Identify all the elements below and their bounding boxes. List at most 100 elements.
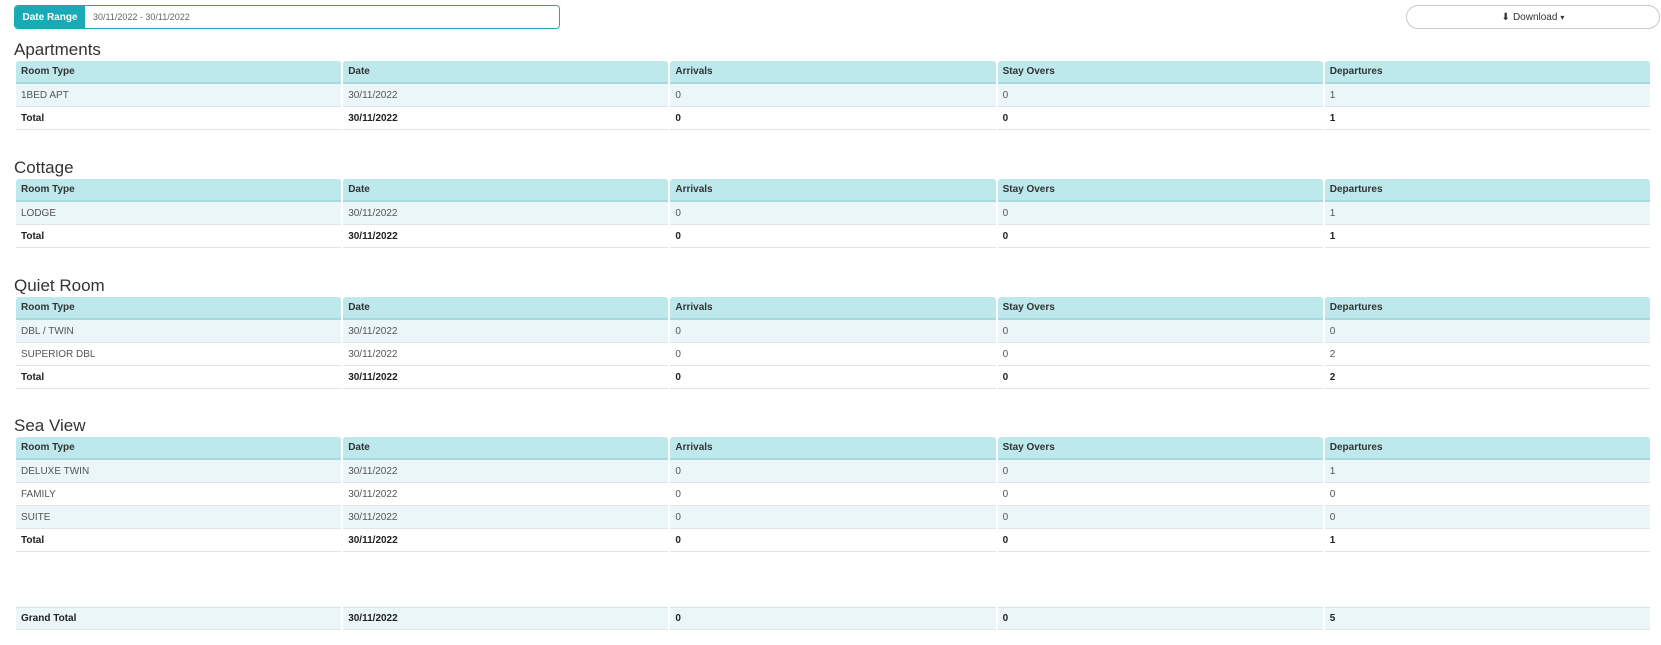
total-row: Total 30/11/2022 0 0 1 bbox=[16, 529, 1650, 552]
cell: 0 bbox=[997, 320, 1323, 343]
table-row: 1BED APT 30/11/2022 0 0 1 bbox=[16, 84, 1650, 107]
grand-total-table: Grand Total 30/11/2022 0 0 5 bbox=[14, 607, 1652, 630]
table-row: DBL / TWIN 30/11/2022 0 0 0 bbox=[16, 320, 1650, 343]
cell: 0 bbox=[997, 460, 1323, 483]
col-room-type: Room Type bbox=[16, 179, 342, 202]
col-stay-overs: Stay Overs bbox=[997, 297, 1323, 320]
cell: 2 bbox=[1324, 366, 1650, 389]
section-title: Quiet Room bbox=[14, 276, 105, 295]
col-room-type: Room Type bbox=[16, 61, 342, 84]
cell: 30/11/2022 bbox=[343, 343, 669, 366]
col-departures: Departures bbox=[1324, 437, 1650, 460]
cell: Total bbox=[16, 366, 342, 389]
caret-down-icon: ▾ bbox=[1560, 12, 1565, 22]
date-range-input[interactable] bbox=[85, 6, 559, 28]
cell: 30/11/2022 bbox=[343, 529, 669, 552]
cell: Total bbox=[16, 107, 342, 130]
room-table: Room Type Date Arrivals Stay Overs Depar… bbox=[14, 61, 1652, 130]
download-button[interactable]: ⬇ Download ▾ bbox=[1406, 5, 1660, 29]
col-departures: Departures bbox=[1324, 61, 1650, 84]
cell: 0 bbox=[670, 225, 996, 248]
col-departures: Departures bbox=[1324, 297, 1650, 320]
date-range-picker[interactable]: Date Range bbox=[14, 5, 560, 29]
cell: 30/11/2022 bbox=[343, 506, 669, 529]
cell: LODGE bbox=[16, 202, 342, 225]
download-label: Download bbox=[1512, 11, 1558, 23]
cell: 0 bbox=[997, 607, 1323, 630]
cell: 0 bbox=[997, 506, 1323, 529]
cell: SUPERIOR DBL bbox=[16, 343, 342, 366]
col-arrivals: Arrivals bbox=[670, 179, 996, 202]
col-stay-overs: Stay Overs bbox=[997, 61, 1323, 84]
cell: 5 bbox=[1324, 607, 1650, 630]
cell: 0 bbox=[997, 107, 1323, 130]
col-room-type: Room Type bbox=[16, 297, 342, 320]
cell: 0 bbox=[670, 460, 996, 483]
room-table: Room Type Date Arrivals Stay Overs Depar… bbox=[14, 179, 1652, 248]
section-apartments: Apartments Room Type Date Arrivals Stay … bbox=[14, 39, 1656, 130]
cell: 1 bbox=[1324, 460, 1650, 483]
section-cottage: Cottage Room Type Date Arrivals Stay Ove… bbox=[14, 157, 1656, 248]
grand-total-row: Grand Total 30/11/2022 0 0 5 bbox=[16, 607, 1650, 630]
col-date: Date bbox=[343, 437, 669, 460]
cell: 30/11/2022 bbox=[343, 607, 669, 630]
cell: 0 bbox=[670, 320, 996, 343]
section-title: Sea View bbox=[14, 416, 86, 435]
cell: 0 bbox=[670, 107, 996, 130]
date-range-label: Date Range bbox=[15, 6, 85, 28]
cell: 1 bbox=[1324, 225, 1650, 248]
cell: 0 bbox=[670, 202, 996, 225]
table-row: FAMILY 30/11/2022 0 0 0 bbox=[16, 483, 1650, 506]
cell: 2 bbox=[1324, 343, 1650, 366]
table-row: DELUXE TWIN 30/11/2022 0 0 1 bbox=[16, 460, 1650, 483]
cell: Grand Total bbox=[16, 607, 342, 630]
cell: 0 bbox=[670, 506, 996, 529]
col-stay-overs: Stay Overs bbox=[997, 179, 1323, 202]
col-date: Date bbox=[343, 61, 669, 84]
table-row: SUPERIOR DBL 30/11/2022 0 0 2 bbox=[16, 343, 1650, 366]
cell: 0 bbox=[997, 483, 1323, 506]
cell: 1 bbox=[1324, 84, 1650, 107]
col-date: Date bbox=[343, 179, 669, 202]
cell: 0 bbox=[1324, 483, 1650, 506]
cell: 0 bbox=[1324, 320, 1650, 343]
cell: 0 bbox=[997, 84, 1323, 107]
cell: Total bbox=[16, 529, 342, 552]
cell: FAMILY bbox=[16, 483, 342, 506]
cell: 0 bbox=[670, 366, 996, 389]
table-row: SUITE 30/11/2022 0 0 0 bbox=[16, 506, 1650, 529]
cell: 1 bbox=[1324, 107, 1650, 130]
cell: 0 bbox=[997, 366, 1323, 389]
col-arrivals: Arrivals bbox=[670, 61, 996, 84]
col-room-type: Room Type bbox=[16, 437, 342, 460]
cell: 1BED APT bbox=[16, 84, 342, 107]
section-title: Cottage bbox=[14, 158, 74, 177]
table-row: LODGE 30/11/2022 0 0 1 bbox=[16, 202, 1650, 225]
section-quiet-room: Quiet Room Room Type Date Arrivals Stay … bbox=[14, 275, 1656, 389]
room-table: Room Type Date Arrivals Stay Overs Depar… bbox=[14, 437, 1652, 552]
cell: 0 bbox=[1324, 506, 1650, 529]
cell: 0 bbox=[670, 483, 996, 506]
total-row: Total 30/11/2022 0 0 1 bbox=[16, 107, 1650, 130]
col-arrivals: Arrivals bbox=[670, 297, 996, 320]
cell: DBL / TWIN bbox=[16, 320, 342, 343]
cell: 30/11/2022 bbox=[343, 460, 669, 483]
cell: 0 bbox=[997, 343, 1323, 366]
cell: 1 bbox=[1324, 202, 1650, 225]
section-title: Apartments bbox=[14, 40, 101, 59]
cell: Total bbox=[16, 225, 342, 248]
col-date: Date bbox=[343, 297, 669, 320]
cell: 30/11/2022 bbox=[343, 225, 669, 248]
col-stay-overs: Stay Overs bbox=[997, 437, 1323, 460]
cell: 0 bbox=[670, 529, 996, 552]
cell: 0 bbox=[997, 225, 1323, 248]
cell: 0 bbox=[670, 84, 996, 107]
section-sea-view: Sea View Room Type Date Arrivals Stay Ov… bbox=[14, 415, 1656, 552]
total-row: Total 30/11/2022 0 0 2 bbox=[16, 366, 1650, 389]
cell: SUITE bbox=[16, 506, 342, 529]
toolbar: Date Range ⬇ Download ▾ bbox=[14, 5, 1660, 29]
cell: 0 bbox=[997, 529, 1323, 552]
cell: 30/11/2022 bbox=[343, 107, 669, 130]
total-row: Total 30/11/2022 0 0 1 bbox=[16, 225, 1650, 248]
cell: 30/11/2022 bbox=[343, 366, 669, 389]
